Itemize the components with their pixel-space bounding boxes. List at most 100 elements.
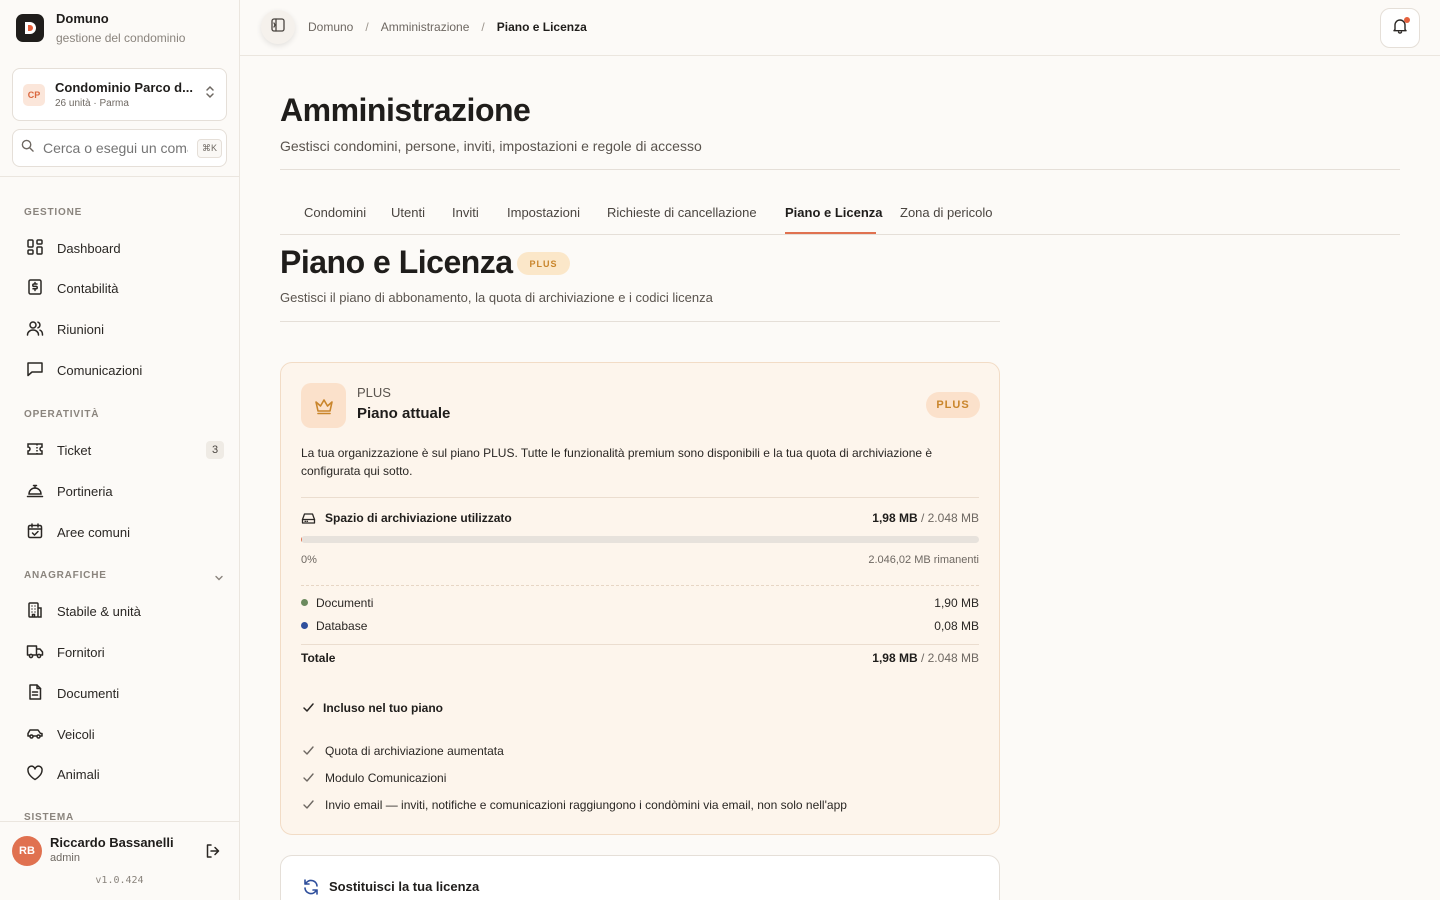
refresh-icon xyxy=(302,878,320,900)
storage-total: / 2.048 MB xyxy=(920,511,979,525)
org-meta: 26 unità · Parma xyxy=(55,98,129,109)
storage-progress-fill xyxy=(301,536,302,543)
sidebar-item-dashboard[interactable]: Dashboard xyxy=(16,231,228,265)
current-plan-card: PLUS Piano attuale PLUS La tua organizza… xyxy=(280,362,1000,835)
tab-zona-pericolo[interactable]: Zona di pericolo xyxy=(900,205,993,220)
concierge-bell-icon xyxy=(26,481,44,502)
license-title: Sostituisci la tua licenza xyxy=(329,879,480,894)
tab-condomini[interactable]: Condomini xyxy=(304,205,366,220)
section-subtitle: Gestisci il piano di abbonamento, la quo… xyxy=(280,290,713,305)
total-value: 1,98 MB / 2.048 MB xyxy=(872,651,979,665)
sidebar-toggle-icon xyxy=(271,17,285,37)
tab-inviti[interactable]: Inviti xyxy=(452,205,479,220)
users-icon xyxy=(26,319,44,340)
sidebar-item-label: Ticket xyxy=(57,442,92,458)
sidebar-item-portineria[interactable]: Portineria xyxy=(16,474,228,508)
breadcrumb-item[interactable]: Amministrazione xyxy=(381,20,470,34)
page-title: Amministrazione xyxy=(280,92,531,128)
divider xyxy=(301,497,979,498)
brand[interactable]: Domuno gestione del condominio xyxy=(16,12,185,45)
tab-richieste-cancellazione[interactable]: Richieste di cancellazione xyxy=(607,205,757,220)
tab-piano-licenza[interactable]: Piano e Licenza xyxy=(785,205,883,220)
sidebar-item-label: Riunioni xyxy=(57,321,104,337)
storage-amount: 1,98 MB / 2.048 MB xyxy=(872,511,979,525)
included-title: Incluso nel tuo piano xyxy=(323,701,443,715)
sidebar-item-contabilita[interactable]: Contabilità xyxy=(16,271,228,305)
logo-icon xyxy=(16,14,44,42)
org-switcher[interactable]: CP Condominio Parco d... 26 unità · Parm… xyxy=(12,68,227,121)
storage-breakdown-row: Database 0,08 MB xyxy=(301,619,979,633)
message-icon xyxy=(26,360,44,381)
sidebar-item-documenti[interactable]: Documenti xyxy=(16,676,228,710)
logout-icon[interactable] xyxy=(204,842,222,865)
ledger-icon xyxy=(26,278,44,299)
sidebar-item-animali[interactable]: Animali xyxy=(16,757,228,791)
sidebar-item-label: Fornitori xyxy=(57,644,105,660)
chevron-updown-icon xyxy=(204,85,216,104)
car-icon xyxy=(26,724,44,745)
search-icon xyxy=(21,139,34,157)
check-icon xyxy=(302,771,315,789)
tab-bar: Condomini Utenti Inviti Impostazioni Ric… xyxy=(280,190,1400,235)
document-icon xyxy=(26,683,44,704)
building-icon xyxy=(26,601,44,622)
ticket-count-badge: 3 xyxy=(206,441,224,459)
user-panel: RB Riccardo Bassanelli admin v1.0.424 xyxy=(0,821,239,900)
total-label: Totale xyxy=(301,651,336,665)
breadcrumb-item[interactable]: Domuno xyxy=(308,20,353,34)
sidebar-item-label: Documenti xyxy=(57,685,120,701)
sidebar-item-fornitori[interactable]: Fornitori xyxy=(16,635,228,669)
topbar: Domuno / Amministrazione / Piano e Licen… xyxy=(240,0,1440,56)
documents-dot xyxy=(301,599,308,607)
sidebar-toggle-button[interactable] xyxy=(261,10,295,44)
storage-breakdown-row: Documenti 1,90 MB xyxy=(301,596,979,610)
plan-badge: PLUS xyxy=(926,392,980,418)
sidebar-item-comunicazioni[interactable]: Comunicazioni xyxy=(16,353,228,387)
check-icon xyxy=(302,798,315,816)
heart-icon xyxy=(26,764,44,785)
ticket-icon xyxy=(26,440,44,461)
total-used: 1,98 MB xyxy=(872,651,918,665)
divider xyxy=(280,169,1400,170)
org-name: Condominio Parco d... xyxy=(55,80,193,95)
breakdown-value: 0,08 MB xyxy=(934,619,979,633)
command-search[interactable]: ⌘K xyxy=(12,129,227,167)
storage-total-row: Totale 1,98 MB / 2.048 MB xyxy=(301,651,979,665)
sidebar-item-label: Veicoli xyxy=(57,726,95,742)
database-dot xyxy=(301,622,308,630)
search-input[interactable] xyxy=(43,140,188,156)
sidebar-item-riunioni[interactable]: Riunioni xyxy=(16,312,228,346)
tab-impostazioni[interactable]: Impostazioni xyxy=(507,205,580,220)
tab-utenti[interactable]: Utenti xyxy=(391,205,425,220)
sidebar-item-label: Portineria xyxy=(57,483,113,499)
sidebar-item-aree-comuni[interactable]: Aree comuni xyxy=(16,515,228,549)
calendar-check-icon xyxy=(26,522,44,543)
breakdown-label: Documenti xyxy=(316,596,374,610)
notifications-button[interactable] xyxy=(1380,8,1420,48)
avatar[interactable]: RB xyxy=(12,836,42,866)
sidebar-item-stabile[interactable]: Stabile & unità xyxy=(16,594,228,628)
org-badge: CP xyxy=(23,83,45,106)
total-of: / 2.048 MB xyxy=(920,651,979,665)
sidebar-item-label: Comunicazioni xyxy=(57,362,143,378)
sidebar-item-ticket[interactable]: Ticket 3 xyxy=(16,433,228,467)
divider xyxy=(301,585,979,586)
chevron-down-icon[interactable] xyxy=(214,570,224,588)
check-icon xyxy=(302,744,315,762)
breakdown-label: Database xyxy=(316,619,368,633)
divider xyxy=(0,176,239,177)
check-icon xyxy=(302,701,315,719)
app-version: v1.0.424 xyxy=(95,875,144,886)
dashboard-icon xyxy=(26,238,44,259)
sidebar-item-label: Stabile & unità xyxy=(57,603,141,619)
storage-label: Spazio di archiviazione utilizzato xyxy=(325,511,512,525)
shortcut-hint: ⌘K xyxy=(197,138,223,158)
user-role: admin xyxy=(50,852,80,864)
sidebar-item-veicoli[interactable]: Veicoli xyxy=(16,717,228,751)
truck-icon xyxy=(26,642,44,663)
feature-item: Invio email — inviti, notifiche e comuni… xyxy=(325,798,847,812)
section-title: Piano e Licenza xyxy=(280,244,513,280)
breadcrumb-separator: / xyxy=(481,20,485,34)
plan-pill-badge: PLUS xyxy=(517,252,570,275)
breadcrumb: Domuno / Amministrazione / Piano e Licen… xyxy=(308,20,587,34)
